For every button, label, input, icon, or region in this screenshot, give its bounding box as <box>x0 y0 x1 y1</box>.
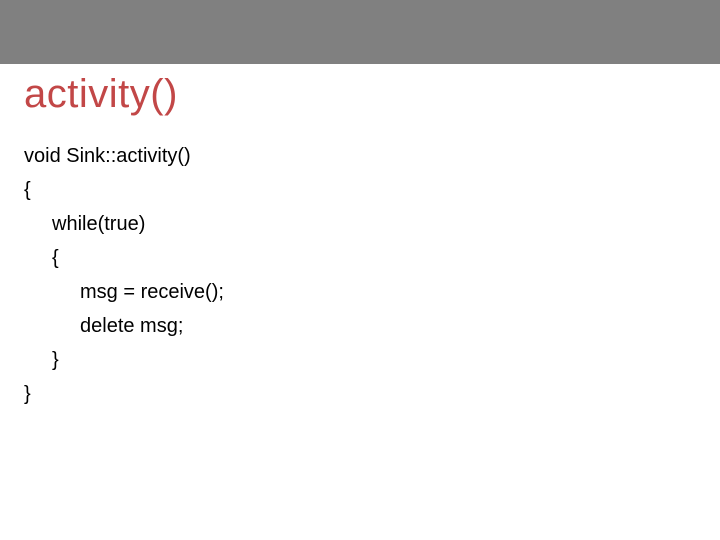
code-line: void Sink::activity() <box>24 139 696 173</box>
code-line: delete msg; <box>24 309 696 343</box>
code-line: } <box>24 343 696 377</box>
code-line: msg = receive(); <box>24 275 696 309</box>
code-line: while(true) <box>24 207 696 241</box>
slide-content: activity() void Sink::activity() { while… <box>0 64 720 411</box>
code-block: void Sink::activity() { while(true) { ms… <box>24 139 696 411</box>
header-bar <box>0 0 720 64</box>
code-line: } <box>24 377 696 411</box>
code-line: { <box>24 241 696 275</box>
slide-title: activity() <box>24 72 696 117</box>
code-line: { <box>24 173 696 207</box>
